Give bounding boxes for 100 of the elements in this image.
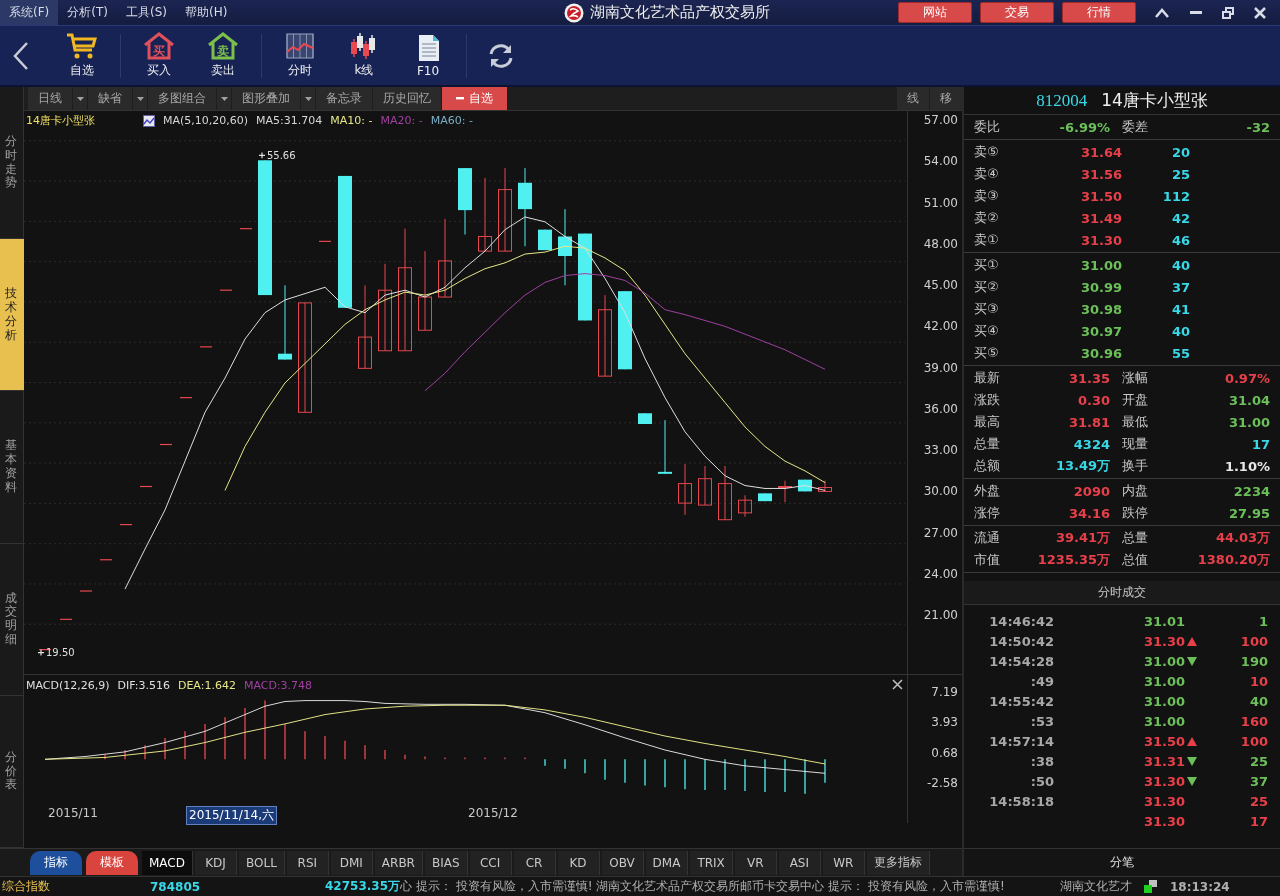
field-value: 2090 [1072, 483, 1111, 499]
chart-tool-button[interactable]: 线 [897, 87, 929, 110]
candlestick [678, 463, 692, 516]
field-value: 0.97% [1223, 370, 1270, 386]
close-icon[interactable] [892, 679, 903, 690]
chart-tool-button[interactable]: 移 [930, 87, 962, 110]
field-value: 27.95 [1227, 505, 1270, 521]
field-value: 2234 [1232, 483, 1270, 499]
dropdown-caret-button[interactable] [133, 87, 147, 110]
dropdown-button[interactable]: 多图组合 [148, 87, 216, 110]
caret-icon [76, 96, 84, 101]
indicator-tab[interactable]: CR [513, 850, 556, 875]
indicator-tab[interactable]: VR [734, 850, 777, 875]
menu-item[interactable]: 系统(F) [0, 0, 59, 25]
indicator-tab[interactable]: OBV [601, 850, 644, 875]
candlestick [758, 492, 772, 502]
menu-item[interactable]: 帮助(H) [175, 0, 237, 25]
dropdown-caret-button[interactable] [73, 87, 87, 110]
price-label: 54.00 [923, 154, 958, 169]
menu-item[interactable]: 工具(S) [116, 0, 176, 25]
indicator-tab[interactable]: WR [822, 850, 865, 875]
stock-name: 14唐卡小型张 [1101, 89, 1208, 112]
side-tab[interactable]: 技术分析 [0, 239, 24, 392]
close-icon[interactable] [1254, 6, 1266, 19]
field-label: 最低 [1122, 413, 1149, 431]
trade-time: :50 [1029, 773, 1054, 789]
back-icon[interactable] [12, 40, 30, 71]
toolbar-button[interactable]: 分时 [268, 32, 332, 79]
toolbar-button[interactable]: k线 [332, 32, 396, 79]
header-button[interactable]: 网站 [898, 2, 972, 23]
tab[interactable]: 模板 [86, 850, 138, 875]
minimize-icon[interactable] [1190, 10, 1202, 15]
indicator-tab[interactable]: TRIX [690, 850, 733, 875]
field-label: 总额 [974, 457, 1001, 475]
indicator-tab[interactable]: MACD [142, 850, 193, 875]
chart-toolbar-button[interactable]: 历史回忆 [373, 87, 441, 110]
order-level-label: 卖③ [974, 187, 1000, 205]
indicator-tab[interactable]: BOLL [239, 850, 285, 875]
order-price: 31.49 [1079, 210, 1122, 226]
indicator-tab[interactable]: RSI [286, 850, 329, 875]
field-value: 1.10% [1223, 458, 1270, 474]
trade-price: 31.50 [1144, 733, 1186, 749]
indicator-scale-label: -2.58 [926, 775, 958, 790]
dropdown-button[interactable]: 缺省 [88, 87, 132, 110]
remove-watchlist-button[interactable]: 自选 [442, 87, 507, 110]
chart-icon[interactable] [143, 115, 155, 127]
minus-icon [456, 97, 464, 100]
tab[interactable]: 指标 [30, 850, 82, 875]
header-button[interactable]: 交易 [980, 2, 1054, 23]
trade-volume: 37 [1248, 773, 1268, 789]
trade-time: 14:50:42 [988, 633, 1054, 649]
order-price: 30.97 [1079, 323, 1122, 339]
indicator-tab[interactable]: ARBR [374, 850, 423, 875]
refresh-icon[interactable] [487, 41, 515, 70]
trade-volume: 160 [1239, 713, 1268, 729]
trade-price: 31.30 [1144, 773, 1186, 789]
candlestick [718, 465, 732, 521]
order-price: 31.56 [1079, 166, 1122, 182]
dropdown-button[interactable]: 日线 [28, 87, 72, 110]
chart-toolbar-button[interactable]: 备忘录 [316, 87, 372, 110]
field-value: 17 [1250, 436, 1270, 452]
field-value: 1235.35万 [1036, 551, 1111, 569]
toolbar-button[interactable]: 卖 卖出 [191, 32, 255, 79]
indicator-tab[interactable]: CCI [469, 850, 512, 875]
indicator-tab[interactable]: KD [557, 850, 600, 875]
indicator-tab[interactable]: KDJ [195, 850, 237, 875]
order-volume: 20 [1170, 144, 1190, 160]
indicator-tab[interactable]: DMI [330, 850, 373, 875]
field-value: 31.81 [1067, 414, 1111, 430]
dropdown-caret-button[interactable] [217, 87, 231, 110]
indicator-tab[interactable]: ASI [778, 850, 821, 875]
indicator-scale-label: 3.93 [931, 715, 958, 730]
price-label: 48.00 [923, 236, 958, 251]
menu-item[interactable]: 分析(T) [58, 0, 117, 25]
header-button[interactable]: 行情 [1062, 2, 1136, 23]
dropdown-caret-button[interactable] [301, 87, 315, 110]
indicator-tab[interactable]: DMA [645, 850, 689, 875]
trade-price: 31.00 [1144, 693, 1186, 709]
trade-price: 31.30 [1144, 813, 1186, 829]
restore-icon[interactable] [1222, 6, 1234, 19]
order-volume: 25 [1170, 166, 1190, 182]
flat-candle [140, 485, 152, 488]
trade-price: 31.30 [1144, 633, 1186, 649]
field-label: 换手 [1122, 457, 1149, 475]
toolbar-button[interactable]: 买 买入 [127, 32, 191, 79]
field-label: 涨跌 [974, 391, 1001, 409]
dropdown-button[interactable]: 图形叠加 [232, 87, 300, 110]
toolbar-button[interactable]: F10 [396, 33, 460, 78]
indicator-tab[interactable]: 更多指标 [866, 850, 930, 875]
candlestick [538, 229, 552, 251]
trade-price: 31.00 [1144, 673, 1186, 689]
field-label: 开盘 [1122, 391, 1149, 409]
field-value: 39.41万 [1054, 529, 1111, 547]
collapse-icon[interactable] [1154, 7, 1170, 18]
trade-volume: 40 [1248, 693, 1268, 709]
indicator-value: MACD:3.748 [243, 678, 313, 692]
indicator-tab[interactable]: BIAS [424, 850, 468, 875]
toolbar-button[interactable]: 自选 [50, 32, 114, 79]
indicator-value: DEA:1.642 [177, 678, 236, 692]
trade-volume: 190 [1239, 653, 1268, 669]
